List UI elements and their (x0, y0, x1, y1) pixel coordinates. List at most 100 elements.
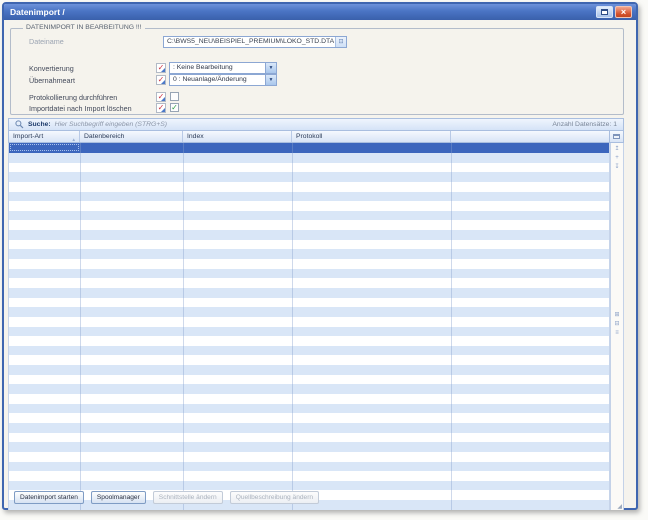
focus-cell (10, 144, 79, 151)
table-row[interactable] (9, 240, 609, 250)
table-row[interactable] (9, 220, 609, 230)
protokollierung-label: Protokollierung durchführen (29, 93, 117, 102)
edit-flag-glyph: ✓ (158, 75, 165, 84)
group-title: DATENIMPORT IN BEARBEITUNG !!! (23, 24, 145, 31)
konvertierung-edit-icon[interactable]: ✓ (156, 63, 166, 73)
table-row[interactable] (9, 192, 609, 202)
uebernahmeart-value: 0 : Neuanlage/Änderung (173, 76, 247, 83)
close-button[interactable]: × (615, 6, 632, 18)
table-row[interactable] (9, 452, 609, 462)
table-row[interactable] (9, 355, 609, 365)
table-row[interactable] (9, 249, 609, 259)
column-label: Import-Art (13, 133, 43, 140)
column-chooser-button[interactable] (610, 131, 624, 143)
table-row[interactable] (9, 182, 609, 192)
table-row[interactable] (9, 307, 609, 317)
table-row[interactable] (9, 259, 609, 269)
table-row[interactable] (9, 317, 609, 327)
dateiname-input[interactable]: C:\BWS5_NEU\BEISPIEL_PREMIUM\LOKO_STD.DT… (163, 36, 347, 48)
table-row[interactable] (9, 288, 609, 298)
table-body[interactable] (8, 143, 610, 510)
table-row[interactable] (9, 153, 609, 163)
view-tools-group: ⊞ ⊟ ≡ (611, 311, 623, 338)
table-row[interactable] (9, 413, 609, 423)
table-row[interactable] (9, 384, 609, 394)
konvertierung-select[interactable]: : Keine Bearbeitung ▼ (169, 62, 277, 74)
table-row[interactable] (9, 163, 609, 173)
importdatei-edit-icon[interactable]: ✓ (156, 103, 166, 113)
table-row[interactable] (9, 336, 609, 346)
table-row[interactable] (9, 143, 609, 153)
browse-icon: ⊡ (338, 39, 343, 45)
konvertierung-value: : Keine Bearbeitung (173, 64, 233, 71)
column-separator (80, 143, 81, 510)
table-row[interactable] (9, 423, 609, 433)
window-title: Datenimport / (10, 7, 65, 17)
column-separator (292, 143, 293, 510)
close-icon: × (621, 7, 626, 17)
protokollierung-checkbox[interactable] (170, 92, 179, 101)
konvertierung-label: Konvertierung (29, 64, 74, 73)
table-row[interactable] (9, 433, 609, 443)
schnittstelle-aendern-button[interactable]: Schnittstelle ändern (153, 491, 223, 504)
scroll-plus-icon[interactable]: + (611, 154, 623, 163)
title-bar: Datenimport / × (4, 4, 636, 20)
table-row[interactable] (9, 404, 609, 414)
table-row[interactable] (9, 365, 609, 375)
edit-flag-glyph: ✓ (158, 63, 165, 72)
table-row[interactable] (9, 462, 609, 472)
datenimport-starten-button[interactable]: Datenimport starten (14, 491, 84, 504)
edit-flag-glyph: ✓ (158, 103, 165, 112)
dateiname-label: Dateiname (29, 37, 64, 46)
uebernahmeart-edit-icon[interactable]: ✓ (156, 75, 166, 85)
table-row[interactable] (9, 346, 609, 356)
table-row[interactable] (9, 211, 609, 221)
table-row[interactable] (9, 278, 609, 288)
edit-flag-glyph: ✓ (158, 92, 165, 101)
table-row[interactable] (9, 394, 609, 404)
import-settings-group: DATENIMPORT IN BEARBEITUNG !!! Dateiname… (10, 28, 624, 115)
scroll-to-bottom-icon[interactable]: ↧ (611, 163, 623, 172)
list-view-icon[interactable]: ≡ (611, 329, 623, 338)
table-row[interactable] (9, 471, 609, 481)
restore-button[interactable] (596, 6, 613, 18)
column-header-index[interactable]: Index (183, 131, 292, 142)
grid-view-icon[interactable]: ⊞ (611, 311, 623, 320)
table-rows (9, 143, 609, 510)
uebernahmeart-select[interactable]: 0 : Neuanlage/Änderung ▼ (169, 74, 277, 86)
dropdown-arrow-icon[interactable]: ▼ (265, 75, 276, 85)
table-row[interactable] (9, 269, 609, 279)
table-row[interactable] (9, 201, 609, 211)
spoolmanager-button[interactable]: Spoolmanager (91, 491, 146, 504)
column-chooser-icon (613, 134, 620, 139)
browse-button[interactable]: ⊡ (335, 37, 346, 47)
importdatei-loeschen-label: Importdatei nach Import löschen (29, 104, 132, 113)
column-header-protokoll[interactable]: Protokoll (292, 131, 451, 142)
protokollierung-edit-icon[interactable]: ✓ (156, 92, 166, 102)
grid-minus-icon[interactable]: ⊟ (611, 320, 623, 329)
table-row[interactable] (9, 481, 609, 491)
datenimport-window: Datenimport / × DATENIMPORT IN BEARBEITU… (2, 2, 638, 510)
search-placeholder: Hier Suchbegriff eingeben (STRG+S) (55, 121, 167, 128)
table-row[interactable] (9, 327, 609, 337)
action-button-row: Datenimport starten Spoolmanager Schnitt… (14, 491, 319, 504)
table-row[interactable] (9, 230, 609, 240)
scroll-to-top-icon[interactable]: ↥ (611, 145, 623, 154)
column-header-datenbereich[interactable]: Datenbereich (80, 131, 183, 142)
search-bar[interactable]: Suche: Hier Suchbegriff eingeben (STRG+S… (8, 118, 624, 131)
column-separator (451, 143, 452, 510)
table-row[interactable] (9, 442, 609, 452)
table-row[interactable] (9, 298, 609, 308)
dateiname-value: C:\BWS5_NEU\BEISPIEL_PREMIUM\LOKO_STD.DT… (167, 38, 334, 45)
uebernahmeart-label: Übernahmeart (29, 76, 75, 85)
quellbeschreibung-aendern-button[interactable]: Quellbeschreibung ändern (230, 491, 319, 504)
table-row[interactable] (9, 172, 609, 182)
table-row[interactable] (9, 375, 609, 385)
resize-grip-icon[interactable]: ◢ (617, 503, 622, 510)
search-icon (15, 120, 24, 129)
table-scroll-strip[interactable]: ↥ + ↧ ⊞ ⊟ ≡ ◢ (610, 143, 624, 510)
column-header-import-art[interactable]: Import-Art ▲ (9, 131, 80, 142)
importdatei-loeschen-checkbox[interactable]: ✓ (170, 103, 179, 112)
dropdown-arrow-icon[interactable]: ▼ (265, 63, 276, 73)
column-header-empty (451, 131, 609, 142)
